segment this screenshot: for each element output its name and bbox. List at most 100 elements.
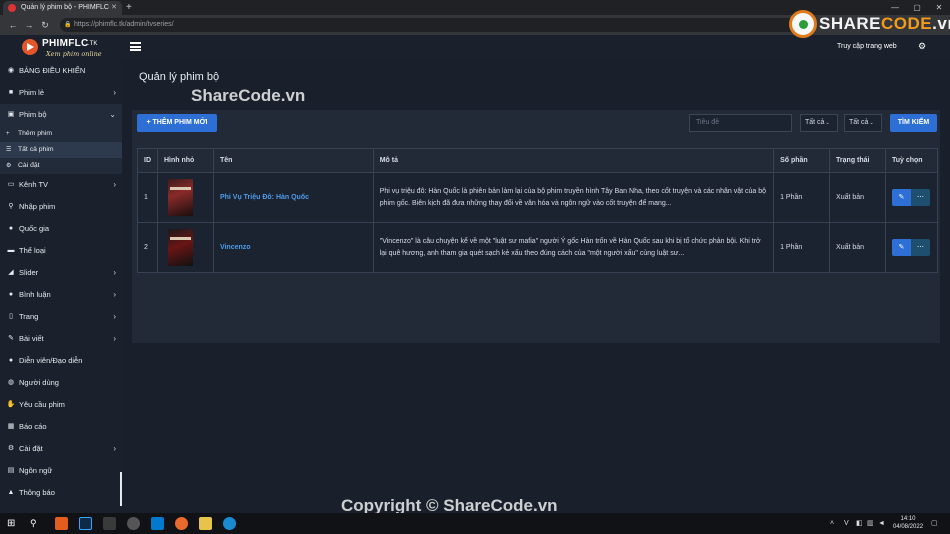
gear-icon: ⚙ bbox=[6, 163, 12, 169]
globe-icon: ● bbox=[8, 225, 14, 232]
close-tab-icon[interactable]: ✕ bbox=[111, 1, 117, 15]
sidebar-subitem-add-movie[interactable]: + Thêm phim bbox=[0, 126, 122, 142]
browser-tab[interactable]: Quản lý phim bộ - PHIMFLC ✕ bbox=[3, 1, 122, 15]
app-icon-1[interactable] bbox=[55, 517, 68, 530]
chevron-right-icon: › bbox=[113, 334, 116, 343]
chevron-right-icon: › bbox=[113, 444, 116, 453]
notification-center-icon[interactable]: ▢ bbox=[931, 513, 938, 534]
filter-select-2[interactable]: Tất cả⌄ bbox=[844, 114, 882, 132]
sidebar-item-genres[interactable]: ▬ Thể loại bbox=[0, 240, 122, 262]
movie-title-link[interactable]: Vincenzo bbox=[220, 244, 251, 251]
row-description-cell: "Vincenzo" là câu chuyện kể về một "luật… bbox=[372, 222, 775, 273]
sidebar-subitem-label: Cài đặt bbox=[18, 162, 40, 169]
new-tab-icon[interactable]: + bbox=[126, 0, 132, 15]
movie-title-link[interactable]: Phi Vụ Triệu Đô: Hàn Quốc bbox=[220, 194, 309, 201]
sidebar-item-dashboard[interactable]: ◉ BẢNG ĐIỀU KHIỂN bbox=[0, 60, 122, 82]
bell-icon: ▲ bbox=[7, 489, 15, 496]
input-language[interactable]: V bbox=[844, 513, 849, 534]
search-icon[interactable]: ⚲ bbox=[30, 517, 43, 530]
table-row: 1 Phi Vụ Triệu Đô: Hàn Quốc Phi vụ triệu… bbox=[137, 172, 939, 223]
add-movie-button[interactable]: + THÊM PHIM MỚI bbox=[137, 114, 217, 132]
list-icon: ☰ bbox=[6, 147, 12, 153]
series-table: ID Hình nhỏ Tên Mô tả Số phần Trạng thái… bbox=[137, 148, 939, 273]
sidebar-item-import[interactable]: ⚲ Nhập phim bbox=[0, 196, 122, 218]
main-content: Quản lý phim bộ + THÊM PHIM MỚI Tiêu đề … bbox=[122, 60, 950, 513]
movie-poster-thumbnail[interactable] bbox=[167, 229, 193, 266]
sidebar-item-label: Yêu cầu phim bbox=[19, 400, 65, 409]
sidebar-item-label: Cài đặt bbox=[19, 444, 43, 453]
photoshop-icon[interactable] bbox=[79, 517, 92, 530]
chevron-right-icon: › bbox=[113, 312, 116, 321]
windows-start-icon[interactable]: ⊞ bbox=[7, 517, 20, 530]
sharecode-logo-text: SHARECODE.vn bbox=[819, 14, 950, 34]
row-actions: ✎ ⋯ bbox=[891, 239, 930, 256]
sidebar-item-slider[interactable]: ◢ Slider › bbox=[0, 262, 122, 284]
column-header-options: Tuỳ chọn bbox=[884, 148, 939, 173]
folder-icon: ▬ bbox=[7, 247, 15, 254]
sidebar-item-settings[interactable]: ⚙ Cài đặt › bbox=[0, 438, 122, 460]
tray-app-icon[interactable]: ◧ bbox=[856, 513, 863, 534]
network-icon[interactable]: ▥ bbox=[867, 513, 874, 534]
sidebar-subitem-label: Tất cả phim bbox=[18, 146, 54, 153]
edit-button[interactable]: ✎ bbox=[891, 239, 911, 256]
plus-icon: + bbox=[6, 131, 10, 137]
row-status: Xuất bản bbox=[829, 172, 886, 223]
sidebar-item-notifications[interactable]: ▲ Thông báo bbox=[0, 482, 122, 504]
report-icon: ▦ bbox=[7, 423, 15, 430]
edit-icon: ✎ bbox=[8, 335, 14, 342]
column-header-name[interactable]: Tên bbox=[212, 148, 374, 173]
gear-icon[interactable]: ⚙ bbox=[918, 41, 926, 52]
sidebar-item-tv-channels[interactable]: ▭ Kênh TV › bbox=[0, 174, 122, 196]
sidebar-subitem-settings[interactable]: ⚙ Cài đặt bbox=[0, 158, 122, 174]
sidebar-item-movies[interactable]: ■ Phim lẻ › bbox=[0, 82, 122, 104]
sidebar-item-label: Diễn viên/Đạo diễn bbox=[19, 356, 83, 365]
sidebar-item-series[interactable]: ▣ Phim bộ ⌄ bbox=[0, 104, 122, 126]
filter-select-1[interactable]: Tất cả⌄ bbox=[800, 114, 838, 132]
edge-browser-icon[interactable] bbox=[223, 517, 236, 530]
postman-icon[interactable] bbox=[175, 517, 188, 530]
snipping-tool-icon[interactable] bbox=[103, 517, 116, 530]
column-header-id[interactable]: ID bbox=[137, 148, 158, 173]
tray-chevron-icon[interactable]: ˄ bbox=[830, 513, 834, 534]
sidebar-item-posts[interactable]: ✎ Bài viết › bbox=[0, 328, 122, 350]
reload-icon[interactable]: ↻ bbox=[38, 18, 52, 32]
sidebar: ◉ BẢNG ĐIỀU KHIỂN ■ Phim lẻ › ▣ Phim bộ … bbox=[0, 60, 122, 513]
column-header-status: Trạng thái bbox=[829, 148, 886, 173]
site-logo[interactable]: PHIMFLC .TK Xem phim online bbox=[22, 37, 122, 58]
row-options-cell: ✎ ⋯ bbox=[884, 172, 939, 223]
sidebar-item-languages[interactable]: ▤ Ngôn ngữ bbox=[0, 460, 122, 482]
caret-down-icon: ⌄ bbox=[825, 120, 830, 126]
volume-icon[interactable]: ◄ bbox=[878, 513, 885, 534]
back-icon[interactable]: ← bbox=[6, 18, 20, 32]
vscode-icon[interactable] bbox=[151, 517, 164, 530]
movie-poster-thumbnail[interactable] bbox=[167, 179, 193, 216]
pencil-icon: ✎ bbox=[898, 244, 905, 251]
address-bar[interactable]: 🔒 https://phimflc.tk/admin/tvseries/ ☆ bbox=[60, 18, 805, 32]
file-explorer-icon[interactable] bbox=[199, 517, 212, 530]
visit-website-link[interactable]: Truy cập trang web bbox=[837, 43, 897, 50]
row-thumbnail-cell bbox=[156, 172, 214, 223]
users-icon: ● bbox=[8, 357, 14, 364]
sidebar-item-users[interactable]: ◍ Người dùng bbox=[0, 372, 122, 394]
tv-icon: ▭ bbox=[7, 181, 15, 188]
menu-toggle-icon[interactable] bbox=[130, 42, 141, 51]
sidebar-item-requests[interactable]: ✋ Yêu cầu phim bbox=[0, 394, 122, 416]
search-button[interactable]: TÌM KIẾM bbox=[890, 114, 937, 132]
more-options-button[interactable]: ⋯ bbox=[910, 189, 930, 206]
user-icon: ◍ bbox=[7, 379, 15, 386]
more-options-button[interactable]: ⋯ bbox=[910, 239, 930, 256]
filter-select-2-value: Tất cả bbox=[849, 119, 869, 126]
sidebar-item-pages[interactable]: ▯ Trang › bbox=[0, 306, 122, 328]
column-header-thumbnail: Hình nhỏ bbox=[156, 148, 214, 173]
sidebar-item-comments[interactable]: ● Bình luận › bbox=[0, 284, 122, 306]
title-search-input[interactable]: Tiêu đề bbox=[689, 114, 792, 132]
app-icon-2[interactable] bbox=[127, 517, 140, 530]
edit-button[interactable]: ✎ bbox=[891, 189, 911, 206]
sidebar-subitem-all-movies[interactable]: ☰ Tất cả phim bbox=[0, 142, 122, 158]
sidebar-item-cast[interactable]: ● Diễn viên/Đạo diễn bbox=[0, 350, 122, 372]
sidebar-item-countries[interactable]: ● Quốc gia bbox=[0, 218, 122, 240]
row-options-cell: ✎ ⋯ bbox=[884, 222, 939, 273]
taskbar-clock[interactable]: 14:10 04/08/2022 bbox=[893, 515, 923, 531]
sidebar-item-reports[interactable]: ▦ Báo cáo bbox=[0, 416, 122, 438]
forward-icon[interactable]: → bbox=[22, 18, 36, 32]
